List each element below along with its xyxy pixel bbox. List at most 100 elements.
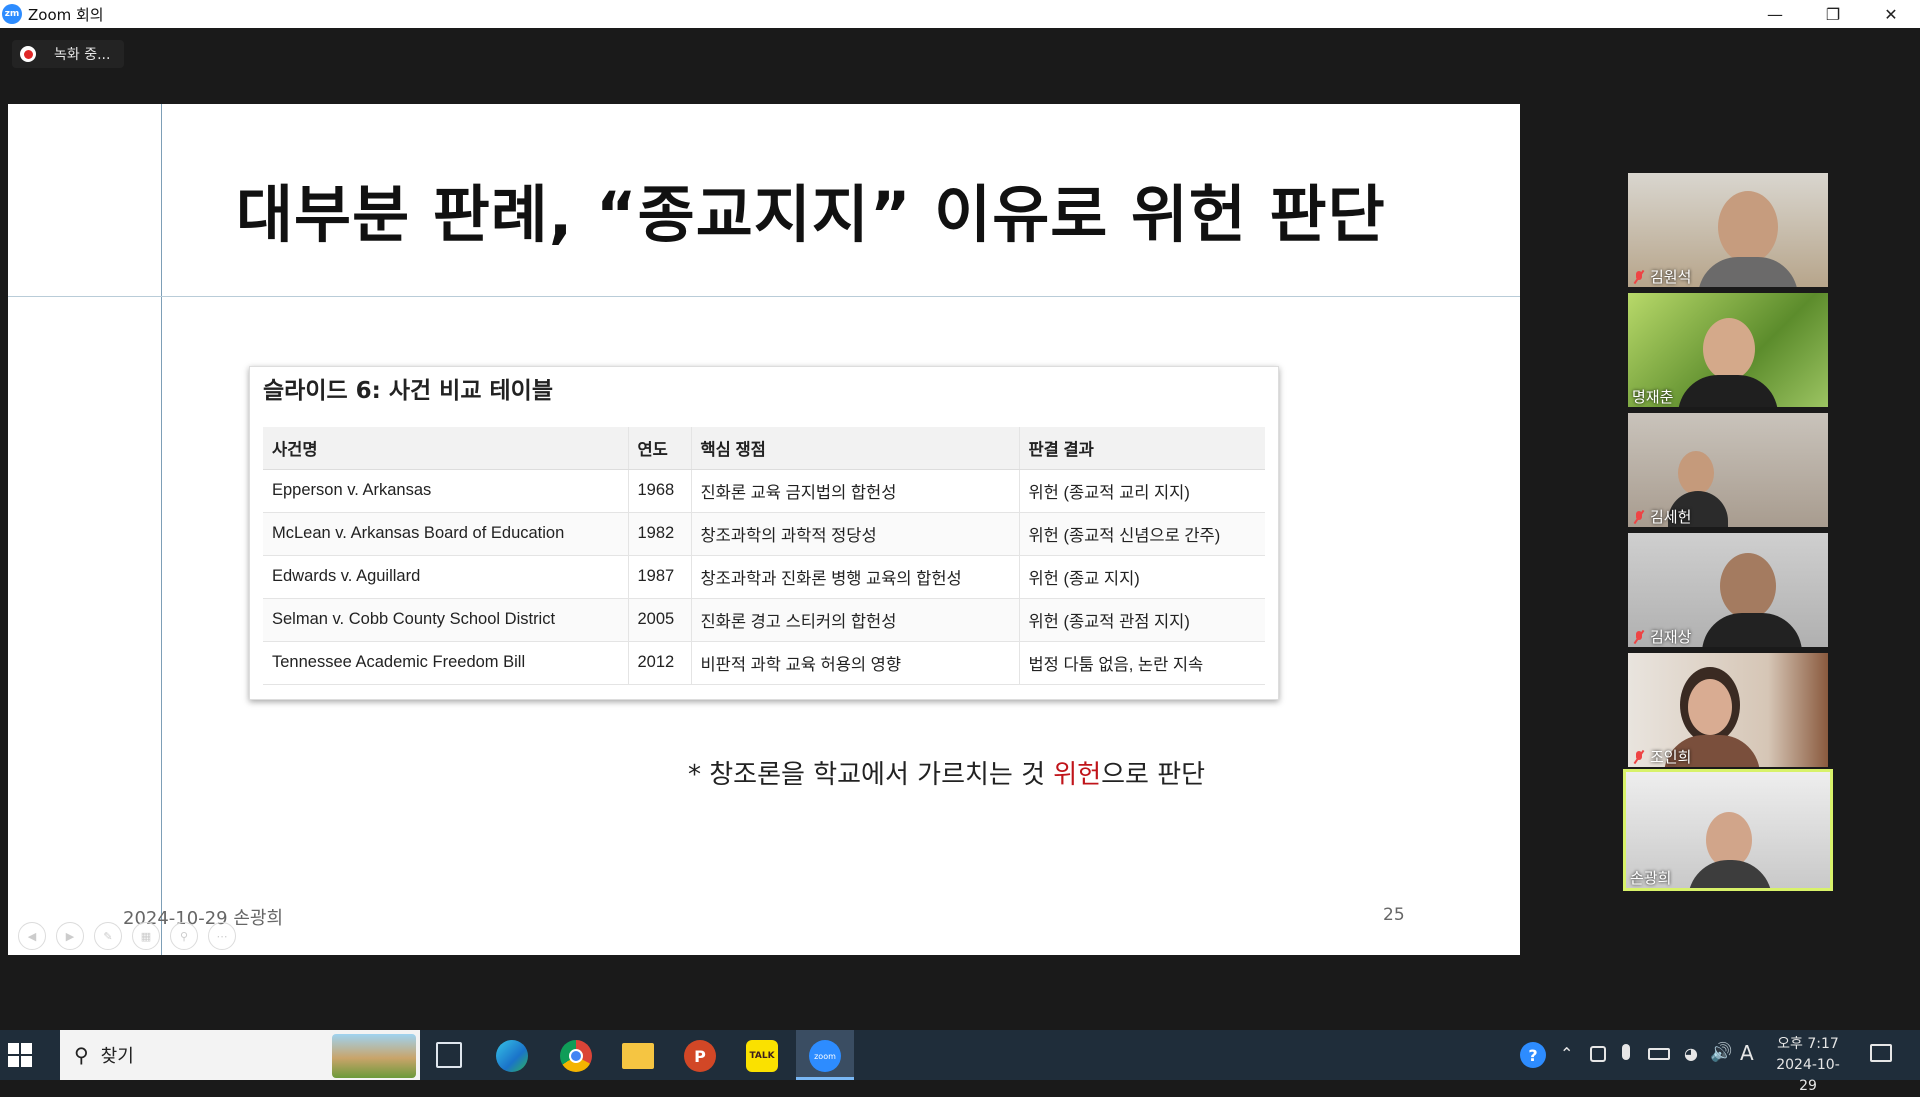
shared-slide: 대부분 판례, “종교지지” 이유로 위헌 판단 슬라이드 6: 사건 비교 테… <box>8 104 1520 955</box>
case-comparison-table: 사건명 연도 핵심 쟁점 판결 결과 Epperson v. Arkansas … <box>263 427 1265 685</box>
search-icon: ⚲ <box>74 1043 89 1067</box>
chrome-icon[interactable] <box>560 1040 592 1072</box>
more-options-icon[interactable]: ⋯ <box>208 922 236 950</box>
presentation-toolbar: ◀ ▶ ✎ ▦ ⚲ ⋯ <box>18 922 236 950</box>
participant-name: 김세헌 <box>1632 506 1691 527</box>
pen-icon[interactable]: ✎ <box>94 922 122 950</box>
table-header-row: 사건명 연도 핵심 쟁점 판결 결과 <box>263 427 1265 470</box>
slide-note: * 창조론을 학교에서 가르치는 것 위헌으로 판단 <box>688 754 1205 791</box>
participant-name: 김재상 <box>1632 626 1691 647</box>
mic-muted-icon <box>1632 270 1646 284</box>
mic-muted-icon <box>1632 750 1646 764</box>
table-row: Edwards v. Aguillard 1987 창조과학과 진화론 병행 교… <box>263 555 1265 599</box>
slide-title: 대부분 판례, “종교지지” 이유로 위헌 판단 <box>236 178 1386 251</box>
next-slide-icon[interactable]: ▶ <box>56 922 84 950</box>
participant-tile-active-speaker[interactable]: 손광희 <box>1623 769 1833 891</box>
zoom-icon: zoom <box>809 1040 841 1072</box>
slide-page-number: 25 <box>1383 905 1405 925</box>
header-ruling: 판결 결과 <box>1019 427 1265 470</box>
card-title: 슬라이드 6: 사건 비교 테이블 <box>263 378 553 404</box>
cell-ruling: 위헌 (종교적 관점 지지) <box>1019 598 1265 642</box>
volume-icon[interactable]: 🔊 <box>1710 1042 1732 1063</box>
task-view-icon[interactable] <box>436 1042 462 1068</box>
participant-tile[interactable]: 조인희 <box>1628 653 1828 767</box>
powerpoint-icon[interactable]: P <box>684 1040 716 1072</box>
header-year: 연도 <box>628 427 692 470</box>
cell-year: 1968 <box>628 469 692 513</box>
participant-name: 김원석 <box>1632 266 1691 287</box>
participant-tile[interactable]: 명재춘 <box>1628 293 1828 407</box>
window-titlebar: zm Zoom 회의 — ❐ ✕ <box>0 0 1920 28</box>
participant-video <box>1678 451 1714 495</box>
cell-ruling: 법정 다툼 없음, 논란 지속 <box>1019 641 1265 685</box>
cell-ruling: 위헌 (종교적 교리 지지) <box>1019 469 1265 513</box>
minimize-button[interactable]: — <box>1746 0 1804 28</box>
cell-year: 1982 <box>628 512 692 556</box>
table-row: Selman v. Cobb County School District 20… <box>263 598 1265 642</box>
meeting-area: 녹화 중... 대부분 판례, “종교지지” 이유로 위헌 판단 슬라이드 6:… <box>0 28 1920 1030</box>
slides-grid-icon[interactable]: ▦ <box>132 922 160 950</box>
zoom-magnifier-icon[interactable]: ⚲ <box>170 922 198 950</box>
table-row: Epperson v. Arkansas 1968 진화론 교육 금지법의 합헌… <box>263 469 1265 513</box>
meet-now-icon[interactable] <box>1590 1046 1606 1062</box>
restore-button[interactable]: ❐ <box>1804 0 1862 28</box>
cell-issue: 진화론 교육 금지법의 합헌성 <box>691 469 1020 513</box>
zoom-app-icon: zm <box>2 4 22 24</box>
file-explorer-icon[interactable] <box>622 1043 654 1069</box>
cell-case: Tennessee Academic Freedom Bill <box>263 641 629 685</box>
recording-label: 녹화 중... <box>54 47 111 63</box>
table-row: McLean v. Arkansas Board of Education 19… <box>263 512 1265 556</box>
taskbar-search-box[interactable]: ⚲ 찾기 <box>60 1030 420 1080</box>
taskbar-clock[interactable]: 오후 7:17 2024-10-29 <box>1768 1034 1848 1097</box>
participant-tile[interactable]: 김원석 <box>1628 173 1828 287</box>
note-prefix: * 창조론을 학교에서 가르치는 것 <box>688 760 1054 790</box>
cell-case: Selman v. Cobb County School District <box>263 598 629 642</box>
cell-case: Edwards v. Aguillard <box>263 555 629 599</box>
record-icon <box>20 46 36 62</box>
header-case: 사건명 <box>263 427 629 470</box>
help-icon[interactable]: ? <box>1520 1042 1546 1068</box>
note-emphasis: 위헌 <box>1053 760 1102 790</box>
windows-taskbar: ⚲ 찾기 P TALK zoom ? ⌃ ◕ 🔊 A 오후 7:17 2024-… <box>0 1030 1920 1094</box>
slide-horizontal-rule <box>8 296 1520 297</box>
taskbar-zoom-button[interactable]: zoom <box>796 1030 854 1080</box>
cell-issue: 창조과학과 진화론 병행 교육의 합헌성 <box>691 555 1020 599</box>
participant-video <box>1720 553 1776 619</box>
mic-muted-icon <box>1632 630 1646 644</box>
clock-date: 2024-10-29 <box>1776 1057 1840 1094</box>
participant-video <box>1703 318 1755 380</box>
cell-year: 1987 <box>628 555 692 599</box>
chevron-up-icon[interactable]: ⌃ <box>1560 1044 1573 1063</box>
edge-icon[interactable] <box>496 1040 528 1072</box>
wifi-icon[interactable]: ◕ <box>1684 1044 1698 1063</box>
participant-name: 손광희 <box>1630 869 1672 887</box>
cell-year: 2012 <box>628 641 692 685</box>
participant-tile[interactable]: 김재상 <box>1628 533 1828 647</box>
participant-name: 명재춘 <box>1632 388 1674 406</box>
case-table-card: 슬라이드 6: 사건 비교 테이블 사건명 연도 핵심 쟁점 판결 결과 Epp… <box>249 366 1279 700</box>
note-suffix: 으로 판단 <box>1101 760 1206 790</box>
participant-name: 조인희 <box>1632 746 1691 767</box>
cell-issue: 진화론 경고 스티커의 합헌성 <box>691 598 1020 642</box>
cell-ruling: 위헌 (종교 지지) <box>1019 555 1265 599</box>
search-highlight-image <box>332 1034 416 1078</box>
previous-slide-icon[interactable]: ◀ <box>18 922 46 950</box>
cell-ruling: 위헌 (종교적 신념으로 간주) <box>1019 512 1265 556</box>
recording-indicator[interactable]: 녹화 중... <box>12 40 125 68</box>
microphone-icon[interactable] <box>1622 1044 1630 1060</box>
windows-start-icon[interactable] <box>8 1043 32 1067</box>
table-row: Tennessee Academic Freedom Bill 2012 비판적… <box>263 641 1265 685</box>
clock-time: 오후 7:17 <box>1777 1036 1839 1052</box>
battery-icon[interactable] <box>1648 1048 1670 1060</box>
cell-year: 2005 <box>628 598 692 642</box>
close-button[interactable]: ✕ <box>1862 0 1920 28</box>
participant-tile[interactable]: 김세헌 <box>1628 413 1828 527</box>
kakaotalk-icon[interactable]: TALK <box>746 1040 778 1072</box>
cell-issue: 비판적 과학 교육 허용의 영향 <box>691 641 1020 685</box>
ime-indicator[interactable]: A <box>1740 1041 1754 1065</box>
notification-icon[interactable] <box>1870 1044 1892 1062</box>
window-title: Zoom 회의 <box>28 5 104 24</box>
mic-muted-icon <box>1632 510 1646 524</box>
cell-case: Epperson v. Arkansas <box>263 469 629 513</box>
participant-video <box>1718 191 1778 263</box>
